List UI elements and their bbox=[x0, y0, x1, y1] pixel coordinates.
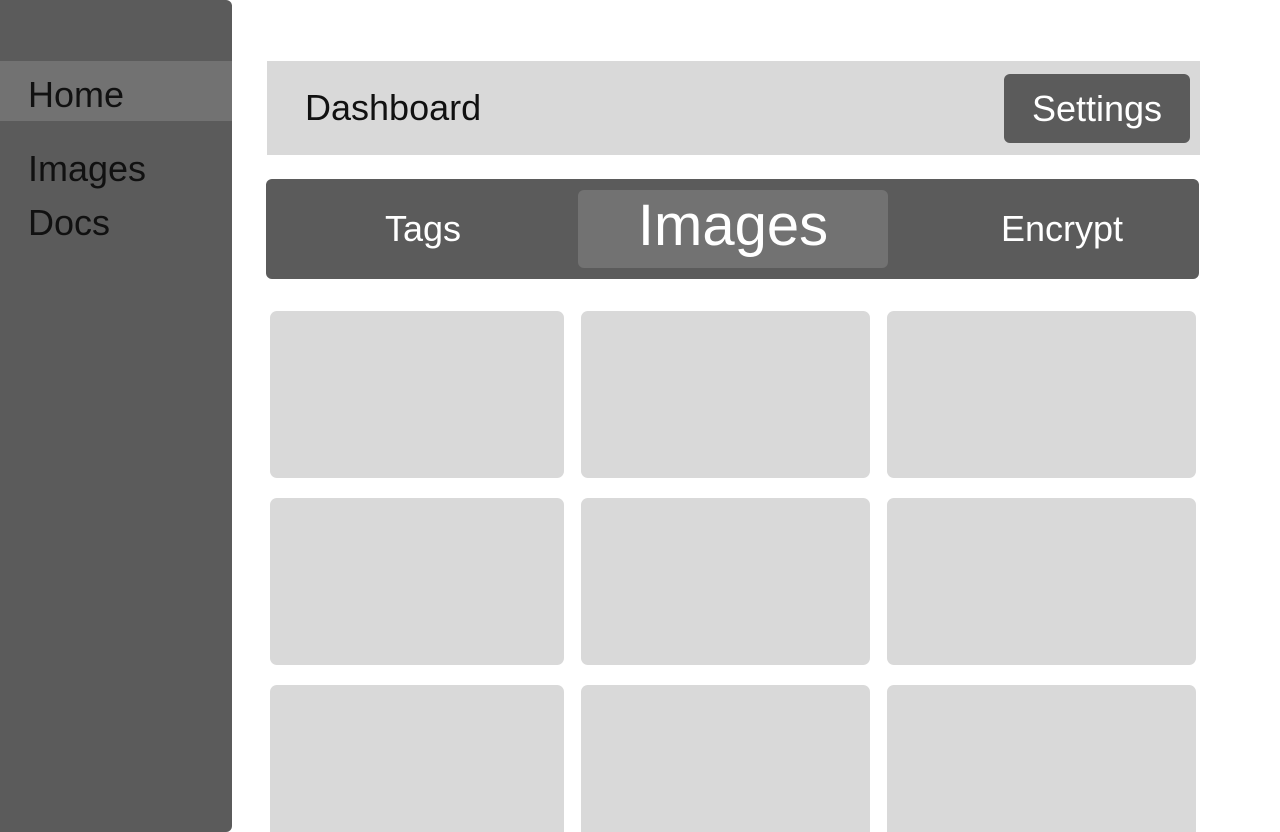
page-title: Dashboard bbox=[305, 87, 482, 128]
tab-encrypt[interactable]: Encrypt bbox=[962, 189, 1162, 267]
header-bar: Dashboard Settings bbox=[267, 61, 1200, 155]
grid-card[interactable] bbox=[581, 685, 870, 832]
tab-bar: Tags Images Encrypt bbox=[266, 179, 1199, 279]
grid-card[interactable] bbox=[887, 311, 1196, 478]
grid-card[interactable] bbox=[581, 311, 870, 478]
app-window: Home Images Docs Dashboard Settings Tags… bbox=[0, 0, 1280, 832]
grid-card[interactable] bbox=[581, 498, 870, 665]
sidebar-item-images[interactable]: Images bbox=[0, 144, 232, 194]
tab-images[interactable]: Images bbox=[578, 190, 888, 268]
grid-card[interactable] bbox=[270, 685, 564, 832]
grid-card[interactable] bbox=[887, 498, 1196, 665]
settings-button[interactable]: Settings bbox=[1004, 74, 1190, 143]
grid-card[interactable] bbox=[270, 498, 564, 665]
sidebar: Home Images Docs bbox=[0, 0, 232, 832]
sidebar-item-docs[interactable]: Docs bbox=[0, 198, 232, 248]
tab-tags[interactable]: Tags bbox=[323, 189, 523, 267]
grid-card[interactable] bbox=[270, 311, 564, 478]
sidebar-item-home[interactable]: Home bbox=[0, 61, 232, 121]
grid-card[interactable] bbox=[887, 685, 1196, 832]
